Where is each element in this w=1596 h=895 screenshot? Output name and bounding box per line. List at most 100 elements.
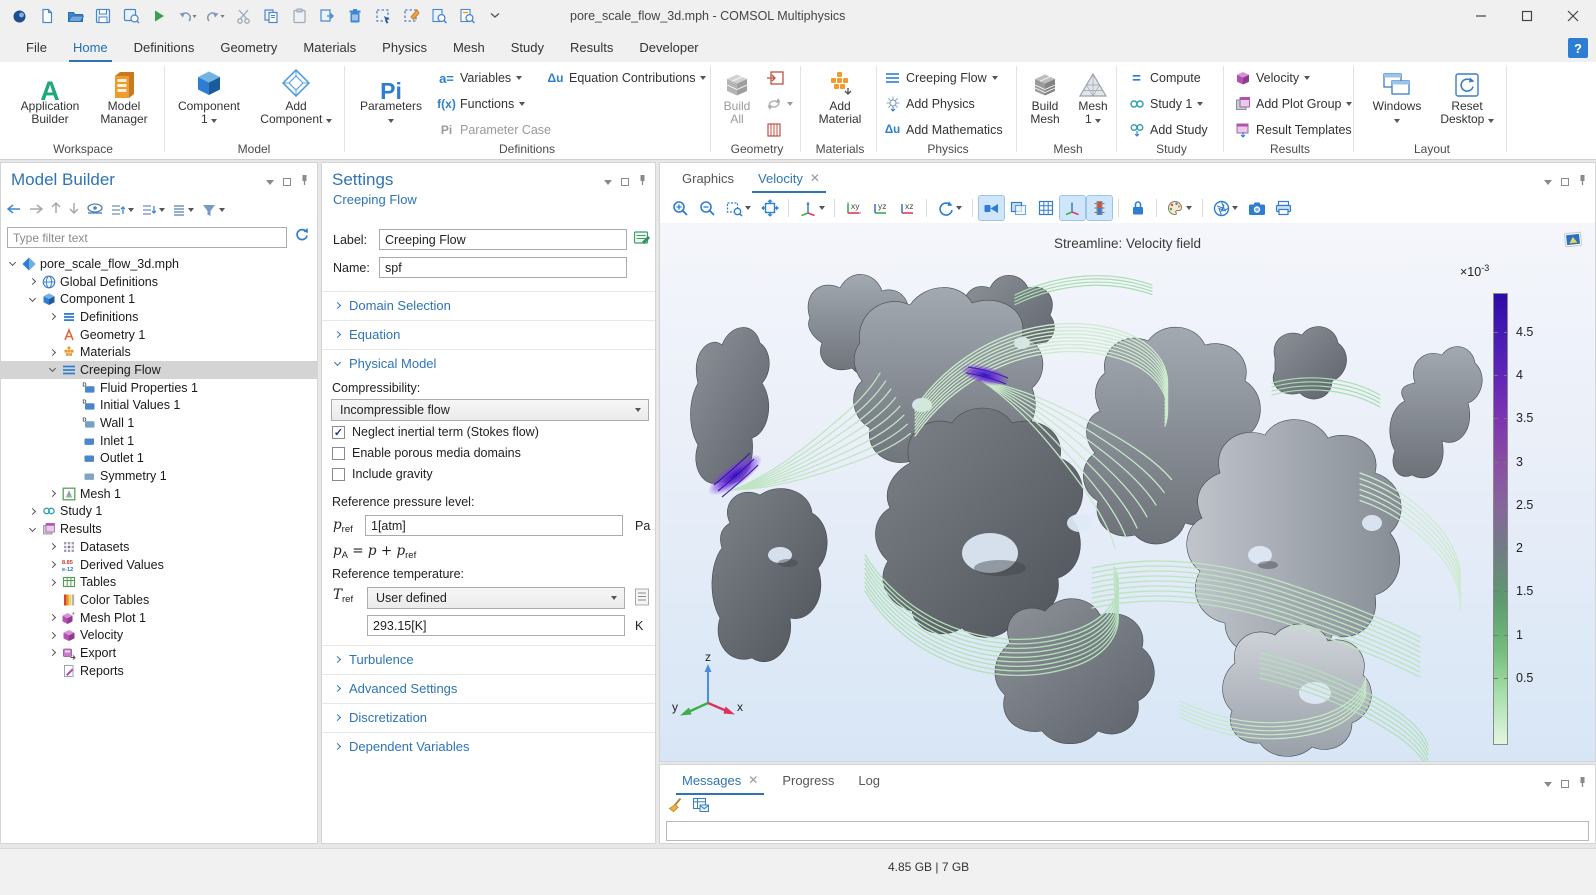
checkbox-porous-media[interactable]: ✓Enable porous media domains <box>332 446 521 460</box>
tref-dropdown[interactable]: User defined <box>367 587 625 609</box>
checkbox-icon[interactable]: ✓ <box>332 447 345 460</box>
tree-item-color-tables[interactable]: Color Tables <box>1 591 317 609</box>
tree-item-export[interactable]: Export <box>1 644 317 662</box>
delete-icon[interactable] <box>344 5 366 27</box>
tree-item-mesh-plot1[interactable]: *Mesh Plot 1 <box>1 609 317 627</box>
lock-icon[interactable] <box>1125 196 1150 220</box>
node-order-icon[interactable] <box>173 204 194 216</box>
select-box-icon[interactable] <box>372 5 394 27</box>
build-mesh-button[interactable]: BuildMesh <box>1022 66 1068 126</box>
close-button[interactable] <box>1550 0 1596 32</box>
panel-menu-icon[interactable] <box>1544 180 1552 185</box>
menu-developer[interactable]: Developer <box>639 40 698 55</box>
tree-item-fluid-properties[interactable]: DFluid Properties 1 <box>1 379 317 397</box>
messages-output-box[interactable] <box>666 821 1589 841</box>
mesh1-button[interactable]: Mesh1 <box>1072 66 1114 126</box>
menu-results[interactable]: Results <box>570 40 613 55</box>
panel-float-icon[interactable] <box>1561 178 1569 186</box>
duplicate-icon[interactable] <box>316 5 338 27</box>
plot-window-indicator-icon[interactable] <box>1563 231 1583 253</box>
tab-messages[interactable]: Messages✕ <box>672 765 768 795</box>
chevron-collapsed-icon[interactable] <box>47 544 57 549</box>
panel-pin-icon[interactable] <box>1578 173 1587 191</box>
menu-mesh[interactable]: Mesh <box>453 40 485 55</box>
print-icon[interactable] <box>1271 196 1296 220</box>
tref-list-icon[interactable] <box>634 587 650 612</box>
chevron-expanded-icon[interactable] <box>47 368 57 371</box>
chevron-collapsed-icon[interactable] <box>27 509 37 514</box>
parameters-button[interactable]: Pi Parameters <box>352 66 430 126</box>
tree-item-creeping-flow[interactable]: Creeping Flow <box>1 361 317 379</box>
checkbox-neglect-inertial[interactable]: ✓Neglect inertial term (Stokes flow) <box>332 425 539 439</box>
tree-item-definitions[interactable]: Definitions <box>1 308 317 326</box>
chevron-collapsed-icon[interactable] <box>47 350 57 355</box>
section-domain-selection[interactable]: Domain Selection <box>322 291 655 318</box>
go-to-view-icon[interactable] <box>795 196 828 220</box>
tab-log[interactable]: Log <box>848 765 890 795</box>
chevron-collapsed-icon[interactable] <box>47 615 57 620</box>
parameter-case-button[interactable]: Pi Parameter Case <box>438 118 551 142</box>
menu-physics[interactable]: Physics <box>382 40 427 55</box>
section-turbulence[interactable]: Turbulence <box>322 645 655 672</box>
run-icon[interactable] <box>148 5 170 27</box>
checkbox-icon[interactable]: ✓ <box>332 468 345 481</box>
tree-filter-input[interactable] <box>7 227 287 248</box>
chevron-expanded-icon[interactable] <box>7 262 17 265</box>
menu-definitions[interactable]: Definitions <box>134 40 195 55</box>
section-advanced-settings[interactable]: Advanced Settings <box>322 674 655 701</box>
tree-item-datasets[interactable]: Datasets <box>1 538 317 556</box>
name-input[interactable] <box>379 257 627 278</box>
physics-interface-button[interactable]: Creeping Flow <box>884 66 998 90</box>
tree-item-wall[interactable]: DWall 1 <box>1 414 317 432</box>
grid-toggle[interactable] <box>1033 196 1058 220</box>
section-physical-model[interactable]: Physical Model <box>322 349 655 376</box>
panel-float-icon[interactable] <box>1561 780 1569 788</box>
copy-icon[interactable] <box>260 5 282 27</box>
chevron-expanded-icon[interactable] <box>27 528 37 531</box>
color-theme-icon[interactable] <box>1163 196 1196 220</box>
geometry-import-button[interactable] <box>766 66 784 90</box>
graphics-viewport[interactable]: Streamline: Velocity field ×10-3 4.5 4 3… <box>660 223 1595 761</box>
model-manager-button[interactable]: ModelManager <box>90 66 158 126</box>
tree-item-inlet[interactable]: Inlet 1 <box>1 432 317 450</box>
tab-velocity[interactable]: Velocity✕ <box>748 163 830 193</box>
label-input[interactable] <box>379 229 627 250</box>
zoom-box-icon[interactable] <box>722 196 755 220</box>
pref-input[interactable] <box>365 515 623 536</box>
clear-messages-broom-icon[interactable] <box>668 797 684 818</box>
tree-item-study1[interactable]: Study 1 <box>1 503 317 521</box>
view-xy-icon[interactable]: xy <box>841 196 866 220</box>
compute-button[interactable]: = Compute <box>1128 66 1201 90</box>
tree-item-symmetry[interactable]: Symmetry 1 <box>1 467 317 485</box>
environment-reflections-icon[interactable] <box>1209 196 1242 220</box>
tree-item-tables[interactable]: Tables <box>1 573 317 591</box>
scene-light-toggle[interactable] <box>979 196 1004 220</box>
study1-button[interactable]: Study 1 <box>1128 92 1203 116</box>
functions-button[interactable]: f(x) Functions <box>438 92 525 116</box>
panel-menu-icon[interactable] <box>604 180 612 185</box>
tree-item-component1[interactable]: Component 1 <box>1 290 317 308</box>
add-study-button[interactable]: Add Study <box>1128 118 1208 142</box>
geometry-virtual-ops-button[interactable] <box>766 118 782 142</box>
axis-orientation-toggle[interactable] <box>1060 196 1085 220</box>
panel-pin-icon[interactable] <box>1578 775 1587 793</box>
zoom-out-icon[interactable] <box>695 196 720 220</box>
open-file-icon[interactable] <box>64 5 86 27</box>
color-legend-toggle[interactable] <box>1087 196 1112 220</box>
add-plot-group-button[interactable]: Add Plot Group <box>1234 92 1352 116</box>
tree-item-materials[interactable]: Materials <box>1 343 317 361</box>
help-button[interactable]: ? <box>1568 38 1588 58</box>
tree-item-geometry1[interactable]: Geometry 1 <box>1 326 317 344</box>
tree-item-mesh1[interactable]: Mesh 1 <box>1 485 317 503</box>
checkbox-include-gravity[interactable]: ✓Include gravity <box>332 467 433 481</box>
transparency-toggle[interactable] <box>1006 196 1031 220</box>
expand-all-icon[interactable] <box>142 204 165 216</box>
result-templates-button[interactable]: Result Templates <box>1234 118 1352 142</box>
component1-button[interactable]: Component1 <box>172 66 246 126</box>
undo-icon[interactable] <box>176 5 198 27</box>
chevron-collapsed-icon[interactable] <box>47 491 57 496</box>
tree-item-outlet[interactable]: Outlet 1 <box>1 450 317 468</box>
panel-pin-icon[interactable] <box>638 173 647 191</box>
tree-item-velocity[interactable]: Velocity <box>1 626 317 644</box>
nav-back-icon[interactable] <box>7 201 21 219</box>
